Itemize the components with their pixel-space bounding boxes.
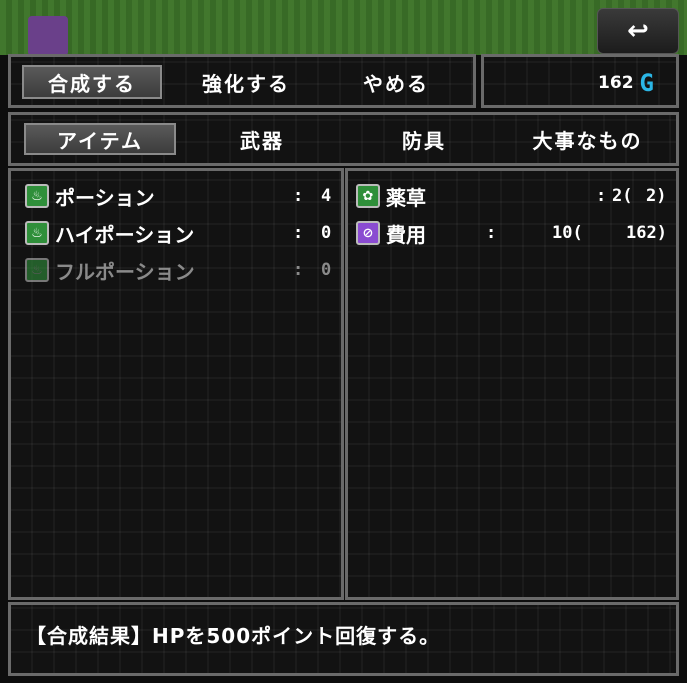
item-name: フルポーション [55, 259, 195, 284]
top-banner [0, 0, 687, 56]
gold-display: 162 G [598, 69, 654, 97]
list-item[interactable]: ♨ フルポーション : 0 [25, 255, 335, 285]
materials-panel: ✿ 薬草 : 2( 2) ⊘ 費用 : 10( 162) [345, 168, 679, 600]
potion-icon: ♨ [25, 184, 49, 208]
item-separator: : [293, 223, 304, 243]
potion-icon: ♨ [25, 258, 49, 282]
material-owned: 2) [646, 186, 667, 206]
gold-amount: 162 [598, 73, 634, 93]
item-quantity: 0 [321, 223, 332, 243]
tab-items[interactable]: アイテム [24, 123, 176, 155]
quit-button[interactable]: やめる [331, 65, 461, 99]
item-separator: : [293, 186, 304, 206]
item-name: ポーション [55, 185, 155, 210]
back-button[interactable]: ↩ [597, 8, 679, 54]
list-item[interactable]: ♨ ハイポーション : 0 [25, 218, 335, 248]
action-bar: 合成する 強化する やめる [8, 54, 476, 108]
item-quantity: 0 [321, 260, 332, 280]
material-name: 薬草 [386, 185, 426, 210]
gold-panel: 162 G [481, 54, 679, 108]
herb-icon: ✿ [356, 184, 380, 208]
potion-icon: ♨ [25, 221, 49, 245]
synthesis-result-text: 【合成結果】HPを500ポイント回復する。 [26, 624, 441, 648]
item-separator: : [293, 260, 304, 280]
material-required: 10( [552, 223, 583, 243]
material-owned: 162) [626, 223, 667, 243]
material-separator: : [486, 223, 497, 243]
synthesize-button[interactable]: 合成する [22, 65, 162, 99]
gold-unit: G [639, 69, 654, 97]
material-row: ⊘ 費用 : 10( 162) [356, 218, 672, 248]
category-tabs: アイテム 武器 防具 大事なもの [8, 112, 679, 166]
coin-icon: ⊘ [356, 221, 380, 245]
tab-armor[interactable]: 防具 [348, 123, 500, 155]
material-row: ✿ 薬草 : 2( 2) [356, 181, 672, 211]
character-avatar [28, 16, 68, 56]
tab-weapons[interactable]: 武器 [186, 123, 338, 155]
material-required: 2( [612, 186, 633, 206]
list-item[interactable]: ♨ ポーション : 4 [25, 181, 335, 211]
item-name: ハイポーション [55, 222, 195, 247]
return-arrow-icon: ↩ [627, 16, 649, 46]
tab-key-items[interactable]: 大事なもの [510, 123, 665, 155]
material-separator: : [596, 186, 607, 206]
item-quantity: 4 [321, 186, 332, 206]
enhance-button[interactable]: 強化する [181, 65, 311, 99]
item-list-panel: ♨ ポーション : 4 ♨ ハイポーション : 0 ♨ フルポーション : 0 [8, 168, 344, 600]
material-name: 費用 [386, 222, 426, 247]
